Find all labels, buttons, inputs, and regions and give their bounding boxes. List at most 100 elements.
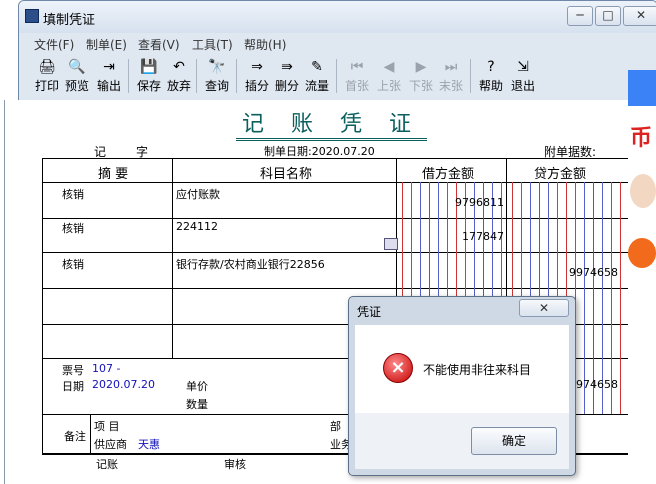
row-account[interactable]: 应付账款 <box>176 186 220 202</box>
toolbar-separator <box>196 59 197 93</box>
menu-help[interactable]: 帮助(H) <box>244 36 286 53</box>
row-debit[interactable]: 177847 <box>410 230 504 243</box>
row-summary[interactable]: 核销 <box>62 186 84 202</box>
toolbar-help-button[interactable]: ? 帮助 <box>476 57 506 95</box>
maximize-button[interactable]: □ <box>595 6 621 26</box>
first-icon: ⏮ <box>350 59 364 75</box>
toolbar-prev-button: ◀ 上张 <box>374 57 404 95</box>
grid-row-line <box>42 182 642 183</box>
toolbar-label: 上张 <box>376 79 401 93</box>
toolbar-label: 末张 <box>438 79 463 93</box>
menu-view[interactable]: 查看(V) <box>138 36 180 53</box>
note-label: 备注 <box>64 430 86 443</box>
toolbar-label: 查询 <box>204 79 229 93</box>
exit-icon: ⇲ <box>517 59 529 75</box>
window-title: 填制凭证 <box>43 13 96 28</box>
row-account[interactable]: 224112 <box>176 220 218 233</box>
app-shortcut-icon[interactable] <box>628 238 656 268</box>
printer-icon: 🖨 <box>38 59 56 75</box>
price-label: 单价 <box>186 380 208 393</box>
menu-tools[interactable]: 工具(T) <box>192 36 233 53</box>
side-header <box>628 70 656 106</box>
help-icon: ? <box>487 59 495 75</box>
toolbar-last-button: ⏭ 末张 <box>436 57 466 95</box>
next-icon: ▶ <box>415 59 427 75</box>
row-debit[interactable]: 9796811 <box>410 196 504 209</box>
dialog-close-button[interactable]: ✕ <box>519 299 569 317</box>
qty-label: 数量 <box>186 398 208 411</box>
close-button[interactable]: ✕ <box>623 6 656 26</box>
toolbar-label: 退出 <box>510 79 535 93</box>
toolbar-separator <box>128 59 129 93</box>
toolbar-label: 插分 <box>244 79 269 93</box>
voucher-title: 记 账 凭 证 <box>236 106 427 141</box>
flow-icon: ✎ <box>311 59 323 75</box>
insert-row-icon: ⇒ <box>251 59 263 75</box>
minimize-button[interactable]: ─ <box>567 6 593 26</box>
row-credit[interactable]: 9974658 <box>520 266 618 279</box>
row-account[interactable]: 银行存款/农村商业银行22856 <box>176 256 325 272</box>
supplier-value[interactable]: 天惠 <box>138 436 160 452</box>
date2-value[interactable]: 2020.07.20 <box>92 378 155 391</box>
header-debit: 借方金额 <box>422 167 475 182</box>
header-credit: 贷方金额 <box>534 167 587 182</box>
account-lookup-icon[interactable] <box>384 238 398 250</box>
toolbar-insert-row-button[interactable]: ⇒ 插分 <box>242 57 272 95</box>
toolbar-separator <box>336 59 337 93</box>
dialog-message: 不能使用非往来科目 <box>423 363 532 377</box>
app-icon <box>25 9 39 23</box>
menu-file[interactable]: 文件(F) <box>34 36 74 53</box>
digit-line <box>620 182 621 414</box>
toolbar-label: 打印 <box>34 79 59 93</box>
ticket-label: 票号 <box>62 364 84 377</box>
grid-row-line <box>42 288 642 289</box>
menu-edit[interactable]: 制单(E) <box>86 36 127 53</box>
header-summary: 摘 要 <box>98 167 129 182</box>
export-icon: ⇥ <box>103 59 115 75</box>
side-panel: 币 <box>628 70 656 484</box>
toolbar-exit-button[interactable]: ⇲ 退出 <box>508 57 538 95</box>
toolbar-label: 放弃 <box>166 79 191 93</box>
row-summary[interactable]: 核销 <box>62 256 84 272</box>
grid-row-line <box>42 252 642 253</box>
toolbar-label: 输出 <box>96 79 121 93</box>
grid-col-line <box>172 158 173 358</box>
ok-button[interactable]: 确定 <box>471 427 557 455</box>
title-bar: 填制凭证 ─ □ ✕ <box>19 1 656 33</box>
header-account: 科目名称 <box>260 167 313 182</box>
toolbar-undo-button[interactable]: ↶ 放弃 <box>164 57 194 95</box>
error-dialog: 凭证 ✕ × 不能使用非往来科目 确定 <box>348 296 576 476</box>
toolbar-next-button: ▶ 下张 <box>406 57 436 95</box>
reviewer-label: 审核 <box>224 458 246 471</box>
dialog-title: 凭证 <box>357 305 382 319</box>
row-summary[interactable]: 核销 <box>62 220 84 236</box>
undo-icon: ↶ <box>173 59 185 75</box>
delete-row-icon: ⇛ <box>281 59 293 75</box>
save-icon: 💾 <box>140 59 158 75</box>
toolbar-binoculars-button[interactable]: 🔭 查询 <box>202 57 232 95</box>
ticket-value[interactable]: 107 - <box>92 362 120 375</box>
toolbar-printer-button[interactable]: 🖨 打印 <box>32 57 62 95</box>
date2-label: 日期 <box>62 380 84 393</box>
toolbar-save-button[interactable]: 💾 保存 <box>134 57 164 95</box>
item-label: 项 目 <box>94 420 120 433</box>
toolbar-flow-button[interactable]: ✎ 流量 <box>302 57 332 95</box>
preview-icon: 🔍 <box>68 59 86 75</box>
toolbar-export-button[interactable]: ⇥ 输出 <box>94 57 124 95</box>
toolbar-label: 流量 <box>304 79 329 93</box>
error-icon: × <box>383 353 413 383</box>
toolbar-label: 保存 <box>136 79 161 93</box>
voucher-date[interactable]: 制单日期:2020.07.20 <box>264 143 375 159</box>
grid-row-line <box>42 158 642 159</box>
toolbar-label: 预览 <box>64 79 89 93</box>
binoculars-icon: 🔭 <box>208 59 226 75</box>
toolbar-preview-button[interactable]: 🔍 预览 <box>62 57 92 95</box>
side-logo[interactable]: 币 <box>630 120 652 152</box>
supplier-label: 供应商 <box>94 438 127 451</box>
grid-row-line <box>42 218 642 219</box>
toolbar-separator <box>236 59 237 93</box>
toolbar-separator <box>470 59 471 93</box>
avatar[interactable] <box>630 174 656 208</box>
toolbar-delete-row-button[interactable]: ⇛ 删分 <box>272 57 302 95</box>
toolbar-first-button: ⏮ 首张 <box>342 57 372 95</box>
